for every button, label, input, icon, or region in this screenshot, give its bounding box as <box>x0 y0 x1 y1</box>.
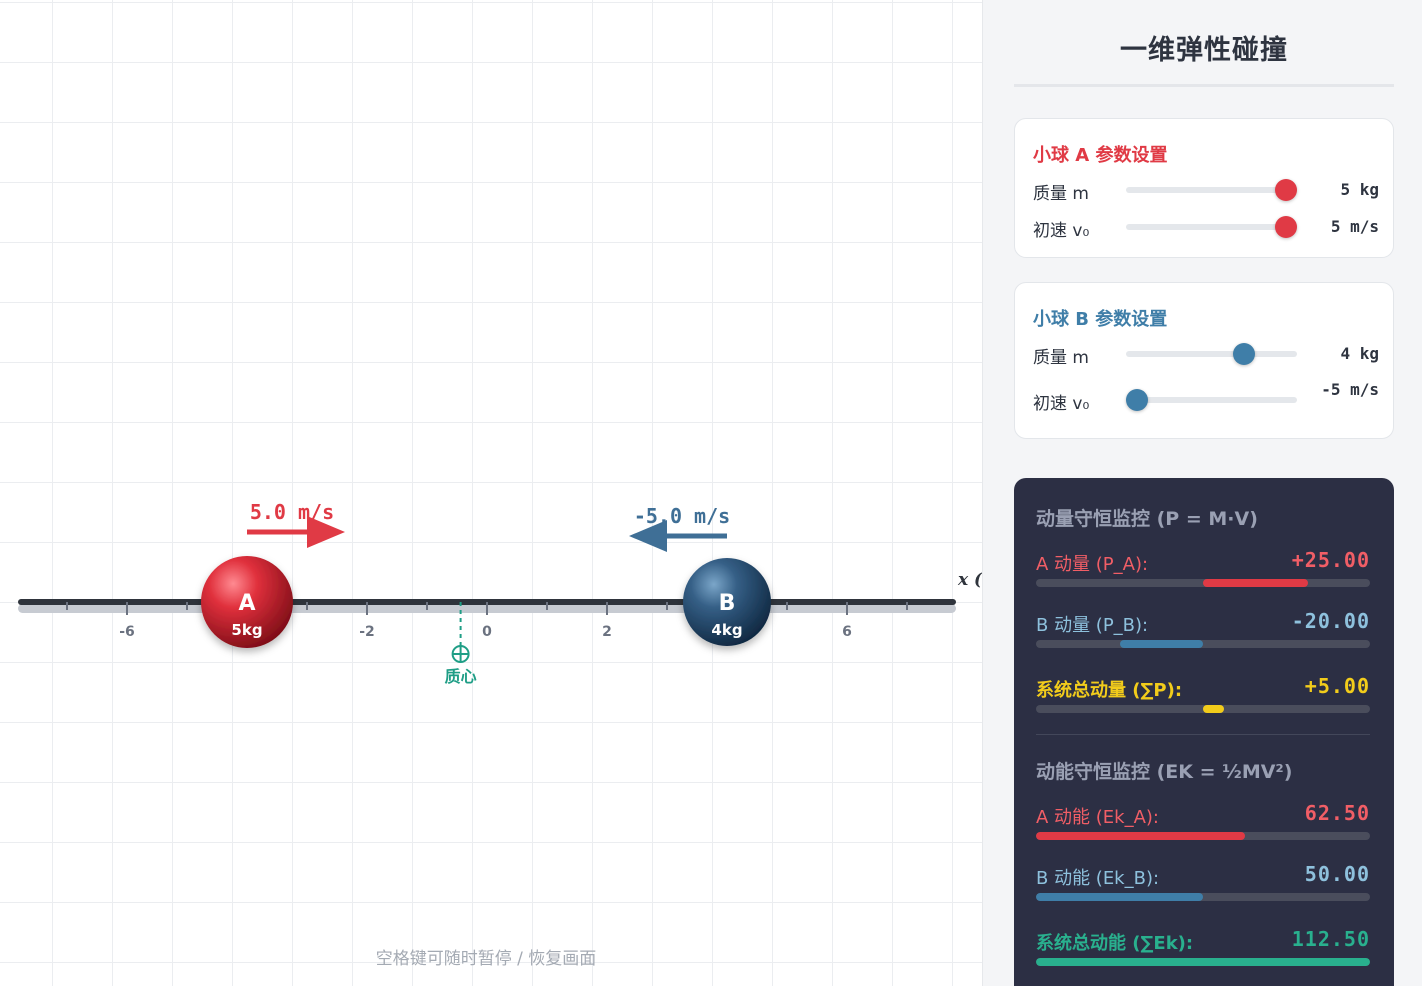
ball-b-mass-slider[interactable] <box>1126 343 1297 365</box>
momentum-value: +5.00 <box>1304 674 1370 698</box>
energy-value: 50.00 <box>1304 862 1370 886</box>
momentum-bar-fill <box>1203 705 1225 713</box>
ball-a-letter: A <box>238 591 255 616</box>
ball-b[interactable]: B 4kg <box>683 558 771 646</box>
title-divider <box>1014 84 1394 87</box>
simulation-stage[interactable]: -6 -2 0 2 6 x ( 质心 5.0 m/s -5.0 m/s A 5k… <box>0 0 982 986</box>
control-panel: 一维弹性碰撞 小球 A 参数设置 质量 m 5 kg 初速 v₀ 5 m/s 小… <box>982 0 1422 986</box>
ball-a-mass-value: 5 kg <box>1340 180 1379 199</box>
ball-b-mass-label: 质量 m <box>1033 348 1089 368</box>
momentum-value: +25.00 <box>1291 548 1370 572</box>
ball-a-mass-label: 质量 m <box>1033 184 1089 204</box>
ball-b-velocity-slider[interactable] <box>1126 389 1297 411</box>
monitor-divider <box>1036 734 1370 735</box>
energy-bar-fill <box>1036 832 1245 840</box>
ball-a-velocity-label: 初速 v₀ <box>1033 221 1090 241</box>
ball-b-mass-slider-thumb[interactable] <box>1233 343 1256 365</box>
momentum-heading: 动量守恒监控 (P = M·V) <box>1036 508 1258 530</box>
momentum-bar-fill <box>1119 640 1203 648</box>
ball-b-settings-card: 小球 B 参数设置 质量 m 4 kg 初速 v₀ -5 m/s <box>1014 282 1394 439</box>
ball-b-mass-value: 4 kg <box>1340 344 1379 363</box>
ball-b-mass: 4kg <box>711 621 742 639</box>
energy-label: 系统总动能 (∑Ek): <box>1036 933 1194 954</box>
ball-a[interactable]: A 5kg <box>201 556 293 648</box>
momentum-label: A 动量 (P_A): <box>1036 554 1149 575</box>
stage-canvas: -6 -2 0 2 6 x ( 质心 5.0 m/s -5.0 m/s A 5k… <box>18 500 982 686</box>
momentum-bar-track <box>1036 579 1370 587</box>
panel-title: 一维弹性碰撞 <box>1120 35 1288 66</box>
tick-label: -2 <box>359 624 375 640</box>
conservation-monitor: 动量守恒监控 (P = M·V) A 动量 (P_A): +25.00 B 动量 (… <box>1014 478 1394 986</box>
momentum-row: A 动量 (P_A): +25.00 <box>1036 548 1370 610</box>
momentum-row: B 动量 (P_B): -20.00 <box>1036 609 1370 671</box>
ball-b-velocity-value: -5 m/s <box>1321 380 1379 399</box>
ball-a-settings-title: 小球 A 参数设置 <box>1033 145 1168 166</box>
energy-bar-fill <box>1036 958 1370 966</box>
energy-row: B 动能 (Ek_B): 50.00 <box>1036 862 1370 924</box>
tick-label: 6 <box>842 624 852 640</box>
axis-x-label: x ( <box>957 570 982 590</box>
ball-a-mass-slider-thumb[interactable] <box>1275 179 1297 201</box>
energy-bar-fill <box>1036 893 1203 901</box>
ball-a-velocity-slider-thumb[interactable] <box>1275 216 1297 238</box>
ball-a-mass: 5kg <box>231 621 262 639</box>
velocity-arrow-a: 5.0 m/s <box>247 500 345 548</box>
energy-value: 112.50 <box>1291 927 1370 951</box>
tick-label: 0 <box>482 624 492 640</box>
momentum-label: 系统总动量 (∑P): <box>1036 680 1183 701</box>
tick-label: 2 <box>602 624 612 640</box>
velocity-arrow-b: -5.0 m/s <box>629 504 730 552</box>
ball-b-letter: B <box>719 591 736 616</box>
energy-row: 系统总动能 (∑Ek): 112.50 <box>1036 927 1370 986</box>
tick-label: -6 <box>119 624 135 640</box>
ball-a-mass-slider[interactable] <box>1126 179 1297 201</box>
momentum-bar-fill <box>1203 579 1308 587</box>
energy-heading: 动能守恒监控 (EK = ½MV²) <box>1036 761 1293 783</box>
momentum-bar-track <box>1036 640 1370 648</box>
ball-a-velocity-value: 5 m/s <box>1330 217 1379 236</box>
pause-hint: 空格键可随时暂停 / 恢复画面 <box>375 949 597 969</box>
energy-label: B 动能 (Ek_B): <box>1036 868 1160 889</box>
momentum-row: 系统总动量 (∑P): +5.00 <box>1036 674 1370 736</box>
center-of-mass-marker: 质心 <box>445 602 477 686</box>
ball-a-velocity-slider[interactable] <box>1126 216 1297 238</box>
ball-a-settings-card: 小球 A 参数设置 质量 m 5 kg 初速 v₀ 5 m/s <box>1014 118 1394 258</box>
energy-value: 62.50 <box>1304 801 1370 825</box>
energy-bar-track <box>1036 893 1370 901</box>
momentum-value: -20.00 <box>1291 609 1370 633</box>
velocity-label-a: 5.0 m/s <box>250 500 334 524</box>
com-label: 质心 <box>445 667 477 686</box>
energy-bar-track <box>1036 958 1370 966</box>
ball-b-velocity-slider-thumb[interactable] <box>1126 389 1148 411</box>
momentum-label: B 动量 (P_B): <box>1036 615 1149 636</box>
ball-b-settings-title: 小球 B 参数设置 <box>1033 309 1168 330</box>
energy-bar-track <box>1036 832 1370 840</box>
momentum-bar-track <box>1036 705 1370 713</box>
app-root: -6 -2 0 2 6 x ( 质心 5.0 m/s -5.0 m/s A 5k… <box>0 0 1422 986</box>
energy-row: A 动能 (Ek_A): 62.50 <box>1036 801 1370 863</box>
velocity-label-b: -5.0 m/s <box>634 504 730 528</box>
ball-b-velocity-label: 初速 v₀ <box>1033 394 1090 414</box>
energy-label: A 动能 (Ek_A): <box>1036 807 1159 828</box>
